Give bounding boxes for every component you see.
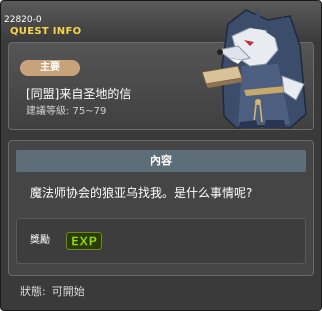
level-requirement: 建議等級: 75~79 [26,106,107,117]
exp-text: EXP [71,235,97,249]
quest-id: 22820-0 [4,15,42,25]
reward-box [16,218,306,264]
status-label: 狀態: [20,285,46,298]
wolf-npc-icon [201,8,307,129]
quest-status: 狀態: 可開始 [20,286,85,297]
reward-label: 獎勵 [30,235,50,246]
window-title: QUEST INFO [10,26,82,37]
quest-description: 魔法师协会的狼亚乌找我。是什么事情呢? [30,186,253,200]
content-header: 內容 [16,150,306,172]
quest-name: [同盟]来自圣地的信 [26,87,132,101]
quest-category-badge: 主要 [20,60,80,76]
status-value: 可開始 [51,285,85,298]
exp-icon: EXP [66,232,102,250]
